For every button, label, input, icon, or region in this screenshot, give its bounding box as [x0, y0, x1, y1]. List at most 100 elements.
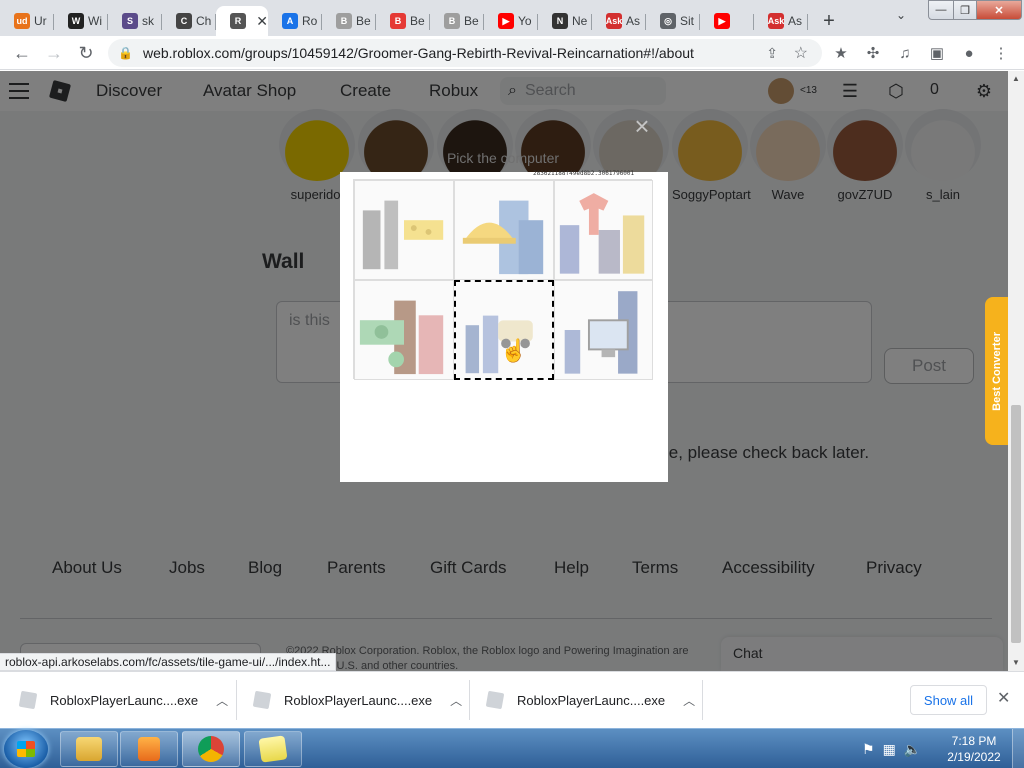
taskbar-explorer-button[interactable] [60, 731, 118, 767]
browser-tab[interactable]: ▶ Yo [484, 6, 538, 36]
scroll-up-icon[interactable]: ▲ [1008, 71, 1024, 87]
hand-pointer-cursor-icon: ☝ [500, 338, 528, 363]
window-close-button[interactable]: ✕ [976, 0, 1022, 20]
tab-title: As [626, 14, 641, 28]
media-player-icon [138, 737, 160, 761]
chevron-up-icon[interactable]: ︿ [683, 692, 695, 709]
address-url: web.roblox.com/groups/10459142/Groomer-G… [142, 45, 694, 61]
browser-tab[interactable]: R ✕ [216, 6, 268, 36]
browser-tab[interactable]: B Be [430, 6, 484, 36]
ud-icon: ud [14, 13, 30, 29]
file-icon [252, 690, 272, 710]
tab-title: Wi [88, 14, 102, 28]
skin-icon: S [122, 13, 138, 29]
tab-search-chevron-icon[interactable]: ⌄ [896, 8, 906, 22]
new-tab-icon[interactable]: + [814, 6, 844, 36]
browser-tab[interactable]: ◎ Sit [646, 6, 700, 36]
bookmark-star-icon[interactable]: ☆ [794, 43, 808, 63]
best-converter-label: Best Converter [990, 331, 1003, 411]
captcha-tile-computer-building[interactable] [554, 280, 653, 380]
window-maximize-button[interactable]: ❐ [953, 0, 977, 20]
browser-tab[interactable]: ▶ [700, 6, 754, 36]
globe-icon: ◎ [660, 13, 676, 29]
best-converter-tab[interactable]: Best Converter [985, 297, 1008, 445]
network-icon[interactable]: ▦ [883, 741, 896, 758]
wikipedia-icon: W [68, 13, 84, 29]
close-shelf-icon[interactable]: ✕ [997, 688, 1010, 708]
lock-icon: 🔒 [118, 46, 133, 60]
back-arrow-icon[interactable]: ← [6, 37, 38, 69]
scrollbar-thumb[interactable] [1011, 405, 1021, 643]
captcha-title: Pick the computer [446, 150, 560, 166]
window-minimize-button[interactable]: — [928, 0, 954, 20]
tab-title: Sit [680, 14, 695, 28]
captcha-tile-hardhat-building[interactable] [454, 180, 554, 280]
taskbar-sticky-notes-button[interactable] [244, 731, 302, 767]
extensions-puzzle-icon[interactable]: ✣ [862, 44, 884, 62]
sticky-notes-icon [258, 735, 288, 763]
browser-tab[interactable]: N Ne [538, 6, 592, 36]
reload-icon[interactable]: ↻ [70, 37, 102, 69]
file-icon [18, 690, 38, 710]
money-building-icon [359, 300, 444, 375]
download-filename: RobloxPlayerLaunc....exe [284, 692, 433, 708]
media-control-icon[interactable]: ♫ [894, 45, 916, 62]
browser-tab[interactable]: W Wi [54, 6, 108, 36]
browser-tab[interactable]: Ask As [592, 6, 646, 36]
tab-strip: ud Ur W Wi Ssk C Ch R ✕ A Ro B Be B Be B Be ▶ Yo N Ne Ask As ◎ S… [0, 0, 1024, 36]
browser-tab[interactable]: B Be [322, 6, 376, 36]
captcha-tile-car-building[interactable] [454, 280, 554, 380]
captcha-tile-money-building[interactable] [354, 280, 454, 380]
download-divider [469, 680, 470, 720]
side-panel-icon[interactable]: ▣ [926, 44, 948, 62]
start-button[interactable] [4, 730, 48, 768]
shirt-building-icon [559, 193, 645, 274]
download-filename: RobloxPlayerLaunc....exe [517, 692, 666, 708]
browser-tab[interactable]: A Ro [268, 6, 322, 36]
show-all-downloads-button[interactable]: Show all [910, 685, 987, 715]
chevron-up-icon[interactable]: ︿ [216, 692, 228, 709]
browser-tab[interactable]: ud Ur [0, 6, 54, 36]
captcha-tile-shirt-building[interactable] [554, 180, 653, 280]
captcha-tile-cheese-building[interactable] [354, 180, 454, 280]
download-item[interactable]: RobloxPlayerLaunc....exe ︿ [18, 680, 228, 720]
taskbar-media-player-button[interactable] [120, 731, 178, 767]
browser-tab[interactable]: Ask As [754, 6, 808, 36]
action-center-flag-icon[interactable]: ⚑ [862, 741, 875, 758]
chrome-icon [198, 736, 224, 762]
link-status-bar: roblox-api.arkoselabs.com/fc/assets/tile… [0, 653, 337, 671]
tab-title: Ch [196, 14, 212, 28]
computer-building-icon [564, 291, 638, 374]
forward-arrow-icon[interactable]: → [38, 37, 70, 69]
browser-tab[interactable]: C Ch [162, 6, 216, 36]
tab-title: sk [142, 14, 154, 28]
close-tab-icon[interactable]: ✕ [256, 13, 268, 30]
browser-tab[interactable]: B Be [376, 6, 430, 36]
download-filename: RobloxPlayerLaunc....exe [50, 692, 199, 708]
taskbar-chrome-button[interactable] [182, 731, 240, 767]
download-item[interactable]: RobloxPlayerLaunc....exe ︿ [252, 680, 462, 720]
share-icon[interactable]: ⇪ [766, 45, 778, 62]
address-bar[interactable]: 🔒 web.roblox.com/groups/10459142/Groomer… [108, 39, 822, 67]
chrome-menu-icon[interactable]: ⋮ [990, 44, 1012, 62]
clock-date: 2/19/2022 [947, 750, 1001, 764]
folder-icon [76, 737, 102, 761]
tab-title: Yo [518, 14, 532, 28]
bookmarks-star-icon[interactable]: ★ [830, 44, 852, 62]
file-icon [485, 690, 505, 710]
profile-avatar-icon[interactable]: ● [958, 45, 980, 62]
volume-icon[interactable]: 🔈 [904, 741, 921, 758]
show-desktop-button[interactable] [1012, 729, 1024, 768]
download-item[interactable]: RobloxPlayerLaunc....exe ︿ [485, 680, 695, 720]
captcha-close-icon[interactable]: × [631, 113, 653, 139]
tab-title: Ne [572, 14, 588, 28]
youtube-icon: ▶ [714, 13, 730, 29]
hardhat-building-icon [462, 200, 544, 275]
rainbow-icon: B [390, 13, 406, 29]
tab-title: Be [464, 14, 479, 28]
scroll-down-icon[interactable]: ▼ [1008, 655, 1024, 671]
page-scrollbar[interactable]: ▲ ▼ [1008, 71, 1024, 671]
browser-tab[interactable]: Ssk [108, 6, 162, 36]
system-clock[interactable]: 7:18 PM 2/19/2022 [944, 733, 1004, 765]
chevron-up-icon[interactable]: ︿ [450, 692, 462, 709]
